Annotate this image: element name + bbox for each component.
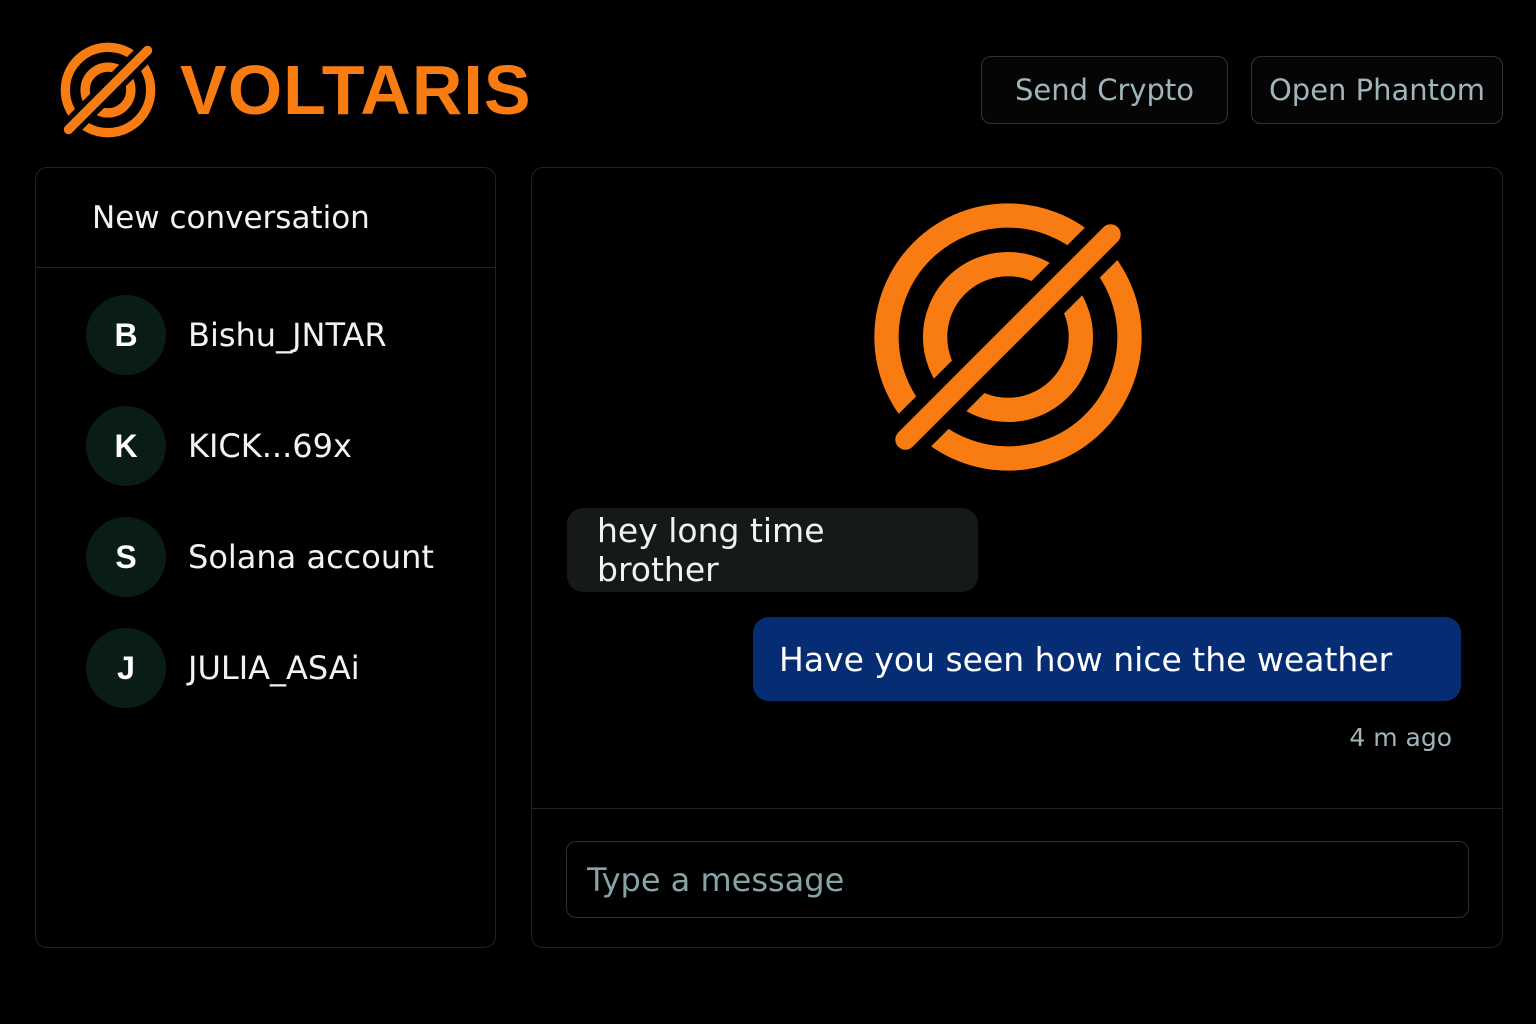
conversation-name: Bishu_JNTAR <box>188 316 387 354</box>
outgoing-message: Have you seen how nice the weather <box>753 617 1461 701</box>
chat-panel: hey long time brother Have you seen how … <box>531 167 1503 948</box>
conversation-item-bishu[interactable]: B Bishu_JNTAR <box>86 294 387 376</box>
avatar: S <box>86 517 166 597</box>
conversation-name: Solana account <box>188 538 434 576</box>
conversation-item-solana[interactable]: S Solana account <box>86 516 434 598</box>
app-window: VOLTARIS Send Crypto Open Phantom New co… <box>0 0 1536 1024</box>
message-input[interactable] <box>566 841 1469 918</box>
composer-divider <box>532 808 1502 809</box>
conversation-sidebar: New conversation B Bishu_JNTAR K KICK...… <box>35 167 496 948</box>
brand: VOLTARIS <box>56 38 532 142</box>
conversation-item-kick[interactable]: K KICK...69x <box>86 405 352 487</box>
voltaris-logo-icon <box>58 40 158 140</box>
avatar: K <box>86 406 166 486</box>
message-timestamp: 4 m ago <box>1349 723 1452 752</box>
new-conversation-button[interactable]: New conversation <box>36 168 495 268</box>
conversation-name: JULIA_ASAi <box>188 649 360 687</box>
conversation-item-julia[interactable]: J JULIA_ASAi <box>86 627 360 709</box>
incoming-message: hey long time brother <box>567 508 978 592</box>
open-phantom-button[interactable]: Open Phantom <box>1251 56 1503 124</box>
send-crypto-button[interactable]: Send Crypto <box>981 56 1228 124</box>
conversation-name: KICK...69x <box>188 427 352 465</box>
voltaris-logo-icon <box>874 203 1142 471</box>
brand-name: VOLTARIS <box>180 51 532 129</box>
avatar: J <box>86 628 166 708</box>
avatar: B <box>86 295 166 375</box>
